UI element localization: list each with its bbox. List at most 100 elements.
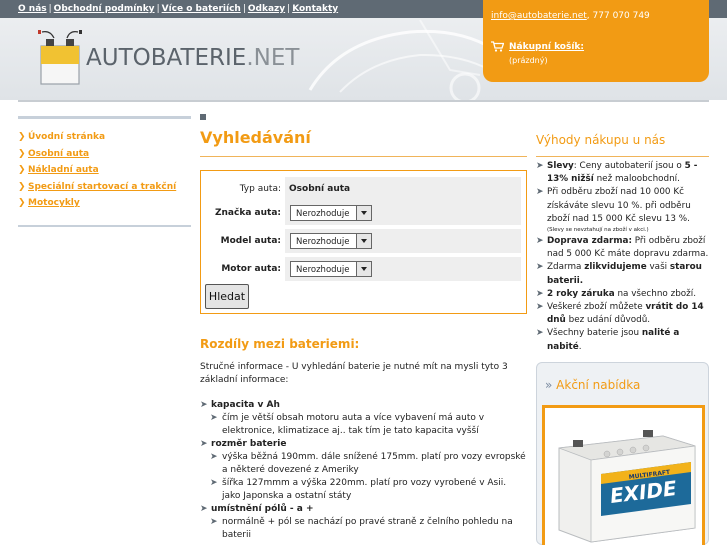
sidebar-item-label[interactable]: Motocykly — [28, 198, 80, 208]
list-subitem: ➤ šířka 127mmm a výška 220mm. platí pro v… — [210, 478, 507, 501]
top-nav-link-obchodni-podminky[interactable]: Obchodní podmínky — [54, 4, 155, 14]
category-menu: ❯ Úvodní stránka ❯ Osobní auta ❯ Nákladní a… — [18, 129, 191, 212]
contact-phone: 777 070 749 — [592, 11, 650, 21]
arrow-right-icon: ➤ — [536, 187, 544, 198]
car-type-value: Osobní auta — [289, 184, 351, 194]
differences-heading: Rozdíly mezi bateriemi: — [200, 337, 360, 351]
brand-label: Značka auta: — [215, 208, 281, 218]
brand-select[interactable]: Nerozhoduje — [290, 205, 372, 221]
list-item: ➤ Všechny baterie jsou nalité a nabité. — [536, 328, 680, 352]
search-row-car-type: Typ auta: Osobní auta — [201, 177, 526, 201]
sidebar-item-nakladni-auta[interactable]: ❯ Nákladní auta — [18, 162, 191, 179]
arrow-right-icon: ➤ — [536, 288, 544, 299]
chevron-right-icon: ❯ — [18, 148, 26, 159]
arrow-right-icon: ➤ — [200, 504, 208, 514]
model-select[interactable]: Nerozhoduje — [290, 233, 372, 249]
nav-separator: | — [48, 4, 52, 14]
dropdown-arrow-icon[interactable] — [356, 262, 371, 276]
search-button[interactable]: Hledat — [205, 284, 249, 309]
arrow-right-icon: ➤ — [210, 413, 218, 423]
logo-text: AUTOBATERIE.NET — [86, 45, 299, 71]
contact-email-link[interactable]: info@autobaterie.net — [491, 11, 587, 21]
car-type-label: Typ auta: — [239, 184, 281, 194]
arrow-right-icon: ➤ — [536, 328, 544, 339]
discount-note: (Slevy se nevztahují na zboží v akci.) — [547, 227, 649, 234]
site-logo[interactable]: AUTOBATERIE.NET — [38, 30, 299, 86]
engine-select[interactable]: Nerozhoduje — [290, 261, 372, 277]
double-chevron-icon: » — [545, 378, 553, 392]
offer-product-card[interactable]: MULTIFRAFT EXIDE — [542, 405, 705, 545]
arrow-right-icon: ➤ — [536, 302, 544, 313]
engine-label: Motor auta: — [221, 264, 281, 274]
arrow-right-icon: ➤ — [200, 400, 208, 410]
sidebar-item-specialni[interactable]: ❯ Speciální startovací a trakční — [18, 179, 191, 196]
sidebar-item-motocykly[interactable]: ❯ Motocykly — [18, 195, 191, 212]
differences-list: ➤ kapacita v Ah ➤ čím je větší obsah motor… — [200, 399, 527, 542]
arrow-right-icon: ➤ — [536, 161, 544, 171]
list-item: ➤ 2 roky záruka na všechno zboží. — [536, 288, 712, 301]
arrow-right-icon: ➤ — [536, 236, 544, 247]
sidebar-item-label[interactable]: Speciální startovací a trakční — [28, 182, 176, 192]
model-select-value: Nerozhoduje — [296, 237, 350, 247]
list-item: ➤ kapacita v Ah — [200, 400, 280, 410]
search-row-brand: Značka auta: Nerozhoduje — [201, 201, 526, 225]
chevron-right-icon: ❯ — [18, 181, 26, 192]
list-item: ➤ Doprava zdarma: Při odběru zboží nad 5 … — [536, 236, 709, 260]
list-subitem: ➤ výška běžná 190mm. dále snížené 175mm. … — [210, 452, 526, 475]
special-offer-heading: » Akční nabídka — [545, 378, 641, 392]
chevron-right-icon: ❯ — [18, 132, 26, 143]
cart-link[interactable]: Nákupní košík: — [509, 42, 584, 52]
brand-select-value: Nerozhoduje — [296, 209, 350, 219]
shopping-cart-icon — [491, 41, 504, 52]
logo-suffix: .NET — [246, 45, 300, 71]
list-subitem: ➤ normálně + pól se nachází po pravé stra… — [210, 517, 513, 540]
top-nav-link-kontakty[interactable]: Kontakty — [292, 4, 338, 14]
car-type-cell: Osobní auta — [285, 177, 521, 201]
header-divider — [18, 100, 709, 102]
engine-select-value: Nerozhoduje — [296, 265, 350, 275]
model-label: Model auta: — [220, 236, 281, 246]
brand-cell: Nerozhoduje — [285, 201, 521, 225]
arrow-right-icon: ➤ — [200, 439, 208, 449]
top-nav-link-o-nas[interactable]: O nás — [18, 4, 47, 14]
arrow-right-icon: ➤ — [536, 262, 544, 273]
sidebar-item-label[interactable]: Osobní auta — [28, 149, 89, 159]
engine-cell: Nerozhoduje — [285, 257, 521, 281]
arrow-right-icon: ➤ — [210, 478, 218, 488]
cart-row: Nákupní košík: — [491, 41, 584, 52]
car-sketch-graphic — [308, 19, 496, 100]
page-title: Vyhledávání — [200, 128, 311, 147]
model-cell: Nerozhoduje — [285, 229, 521, 253]
contact-cart-box: info@autobaterie.net, 777 070 749 Nákupn… — [483, 0, 709, 82]
list-item: ➤ Při odběru zboží nad 10 000 Kč získávát… — [536, 186, 712, 235]
sidebar-item-osobni-auta[interactable]: ❯ Osobní auta — [18, 146, 191, 163]
list-subitem: ➤ čím je větší obsah motoru auta a více v… — [210, 413, 485, 436]
sidebar-item-uvodni-stranka[interactable]: ❯ Úvodní stránka — [18, 129, 191, 146]
arrow-right-icon: ➤ — [210, 452, 218, 462]
benefits-heading: Výhody nákupu u nás — [536, 133, 666, 147]
sidebar-item-label[interactable]: Úvodní stránka — [28, 132, 105, 142]
corner-marker — [200, 114, 206, 120]
sidebar-item-label[interactable]: Nákladní auta — [28, 165, 99, 175]
dropdown-arrow-icon[interactable] — [356, 206, 371, 220]
battery-product-image[interactable]: MULTIFRAFT EXIDE — [545, 408, 702, 545]
dropdown-arrow-icon[interactable] — [356, 234, 371, 248]
sidebar-bottom-divider — [18, 224, 191, 227]
title-divider — [200, 156, 527, 157]
search-form: Typ auta: Osobní auta Značka auta: Neroz… — [200, 170, 527, 314]
contact-line: info@autobaterie.net, 777 070 749 — [491, 11, 650, 21]
top-nav: O nás | Obchodní podmínky | Více o bateriích… — [18, 4, 338, 14]
site-header: O nás | Obchodní podmínky | Více o bateriích… — [0, 0, 727, 100]
nav-separator: | — [156, 4, 160, 14]
battery-logo-icon — [38, 30, 82, 85]
benefits-divider — [536, 156, 709, 157]
top-nav-link-odkazy[interactable]: Odkazy — [248, 4, 285, 14]
chevron-right-icon: ❯ — [18, 165, 26, 176]
list-item: ➤ umístnění pólů - a + — [200, 504, 314, 514]
cart-status: (prázdný) — [509, 56, 548, 65]
top-nav-link-vice-o-bateriich[interactable]: Více o bateriích — [162, 4, 241, 14]
list-item: ➤ rozměr baterie — [200, 439, 287, 449]
logo-brand: AUTOBATERIE — [86, 45, 247, 71]
search-row-engine: Motor auta: Nerozhoduje — [201, 257, 526, 281]
search-row-model: Model auta: Nerozhoduje — [201, 229, 526, 253]
